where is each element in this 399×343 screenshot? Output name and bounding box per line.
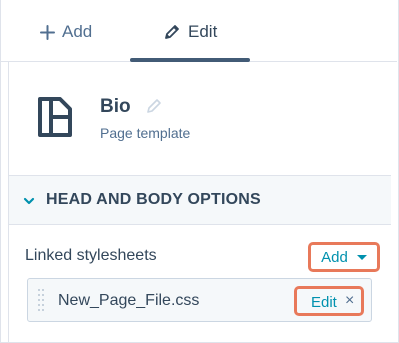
tab-bar: Add Edit: [0, 0, 397, 62]
tab-add[interactable]: Add: [40, 20, 92, 44]
tab-edit-label: Edit: [188, 22, 218, 41]
stylesheet-actions: Edit ×: [294, 286, 364, 316]
caret-down-icon: [356, 254, 367, 260]
active-tab-indicator: [130, 58, 250, 62]
add-stylesheet-label: Add: [321, 248, 348, 266]
tab-edit[interactable]: Edit: [163, 20, 217, 44]
linked-stylesheets-label: Linked stylesheets: [25, 247, 157, 264]
chevron-down-icon: [23, 197, 35, 205]
add-stylesheet-dropdown[interactable]: Add: [308, 242, 380, 272]
section-title: HEAD AND BODY OPTIONS: [46, 191, 261, 208]
edit-stylesheet-link[interactable]: Edit: [311, 294, 337, 311]
pencil-icon: [165, 25, 179, 39]
remove-stylesheet-icon[interactable]: ×: [345, 292, 354, 310]
module-subtitle: Page template: [100, 125, 191, 141]
tab-add-label: Add: [62, 22, 93, 41]
page-template-icon: [38, 97, 72, 137]
module-title: Bio: [100, 96, 131, 117]
plus-icon: [40, 24, 55, 40]
stylesheet-row: New_Page_File.css Edit ×: [27, 278, 372, 322]
stylesheet-file-name: New_Page_File.css: [58, 292, 200, 309]
section-head-and-body-options[interactable]: HEAD AND BODY OPTIONS: [9, 175, 391, 225]
drag-handle-icon[interactable]: [38, 289, 46, 313]
pencil-icon[interactable]: [145, 97, 163, 115]
